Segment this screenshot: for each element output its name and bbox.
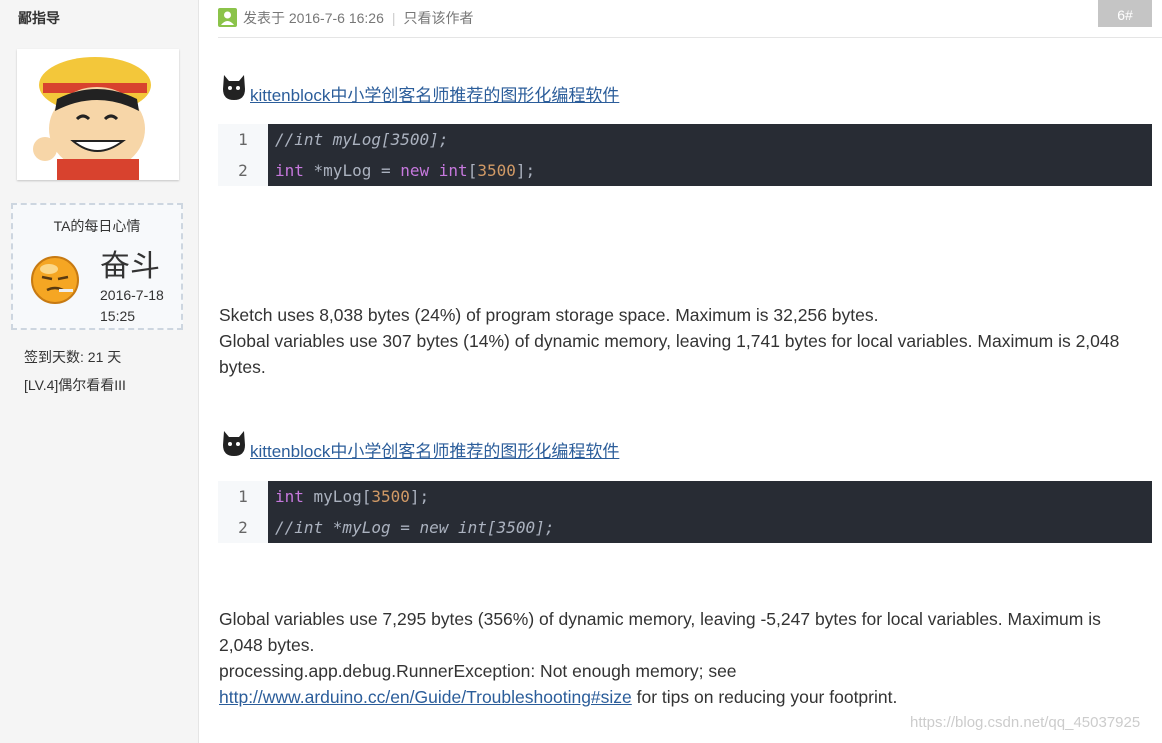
code-fragment bbox=[429, 161, 439, 180]
text-line: processing.app.debug.RunnerException: No… bbox=[219, 661, 737, 681]
mood-title: TA的每日心情 bbox=[53, 218, 141, 234]
code-fragment: [ bbox=[467, 161, 478, 180]
avatar-image bbox=[17, 49, 179, 180]
cat-icon bbox=[223, 75, 245, 100]
user-icon bbox=[221, 11, 234, 25]
meta-separator: | bbox=[391, 10, 396, 26]
line-number: 2 bbox=[238, 518, 248, 537]
post-paragraph-2: Global variables use 7,295 bytes (356%) … bbox=[219, 606, 1149, 710]
line-number: 2 bbox=[238, 161, 248, 180]
arduino-troubleshooting-link[interactable]: http://www.arduino.cc/en/Guide/Troublesh… bbox=[219, 687, 632, 707]
mood-date: 2016-7-18 15:25 bbox=[100, 285, 164, 327]
text-line: Sketch uses 8,038 bytes (24%) of program… bbox=[219, 305, 879, 325]
text-line: Global variables use 307 bytes (14%) of … bbox=[219, 331, 1120, 377]
text-fragment: for tips on reducing your footprint. bbox=[631, 687, 898, 707]
floor-number[interactable]: 6# bbox=[1098, 0, 1152, 27]
code-fragment: ]; bbox=[409, 487, 430, 506]
code-fragment: ]; bbox=[515, 161, 536, 180]
ad-link-2[interactable]: kittenblock中小学创客名师推荐的图形化编程软件 bbox=[250, 437, 619, 462]
text-line: Global variables use 7,295 bytes (356%) … bbox=[219, 609, 1101, 655]
code-block-1: 1 //int myLog[3500]; 2 int *myLog = new … bbox=[218, 124, 1152, 186]
mood-emoji-icon bbox=[31, 256, 79, 304]
code-text: int *myLog = new int[3500]; bbox=[275, 155, 535, 186]
post-date: 发表于 2016-7-6 16:26 bbox=[243, 10, 384, 26]
signin-days: 签到天数: 21 天 bbox=[24, 349, 122, 365]
ad-link-1[interactable]: kittenblock中小学创客名师推荐的图形化编程软件 bbox=[250, 81, 619, 106]
number-literal: 3500 bbox=[371, 487, 410, 506]
mood-word: 奋斗 bbox=[100, 249, 160, 284]
author-sidebar: 鄙指导 TA的每日心情 奋斗 2016-7-18 15:25 签到天数: 21 … bbox=[0, 0, 199, 743]
code-line: 2 //int *myLog = new int[3500]; bbox=[218, 512, 1152, 543]
code-comment: //int myLog[3500]; bbox=[275, 130, 449, 149]
post-meta: 发表于 2016-7-6 16:26 | 只看该作者 bbox=[243, 8, 474, 28]
online-status-icon bbox=[218, 8, 237, 27]
code-comment: //int *myLog = new int[3500]; bbox=[275, 518, 555, 537]
code-line: 1 //int myLog[3500]; bbox=[218, 124, 1152, 155]
author-username[interactable]: 鄙指导 bbox=[18, 8, 60, 28]
mood-date-day: 2016-7-18 bbox=[100, 287, 164, 303]
code-line: 2 int *myLog = new int[3500]; bbox=[218, 155, 1152, 186]
watermark: https://blog.csdn.net/qq_45037925 bbox=[910, 714, 1141, 731]
keyword: int bbox=[275, 487, 304, 506]
post-header: 发表于 2016-7-6 16:26 | 只看该作者 6# bbox=[218, 0, 1162, 38]
post-paragraph-1: Sketch uses 8,038 bytes (24%) of program… bbox=[219, 302, 1149, 380]
number-literal: 3500 bbox=[477, 161, 516, 180]
code-line: 1 int myLog[3500]; bbox=[218, 481, 1152, 512]
code-block-2: 1 int myLog[3500]; 2 //int *myLog = new … bbox=[218, 481, 1152, 543]
code-fragment: myLog[ bbox=[303, 487, 372, 506]
user-level[interactable]: [LV.4]偶尔看看III bbox=[24, 375, 126, 395]
keyword: new bbox=[400, 161, 430, 180]
keyword: int bbox=[438, 161, 468, 180]
code-fragment: *myLog = bbox=[303, 161, 401, 180]
mood-date-time: 15:25 bbox=[100, 308, 136, 324]
daily-mood-box: TA的每日心情 奋斗 2016-7-18 15:25 bbox=[11, 203, 183, 330]
text-line: http://www.arduino.cc/en/Guide/Troublesh… bbox=[219, 684, 1149, 710]
code-text: int myLog[3500]; bbox=[275, 481, 429, 512]
avatar[interactable] bbox=[17, 49, 179, 180]
line-number: 1 bbox=[238, 130, 248, 149]
only-author-link[interactable]: 只看该作者 bbox=[404, 10, 474, 26]
keyword: int bbox=[275, 161, 304, 180]
cat-icon bbox=[223, 431, 245, 456]
line-number: 1 bbox=[238, 487, 248, 506]
